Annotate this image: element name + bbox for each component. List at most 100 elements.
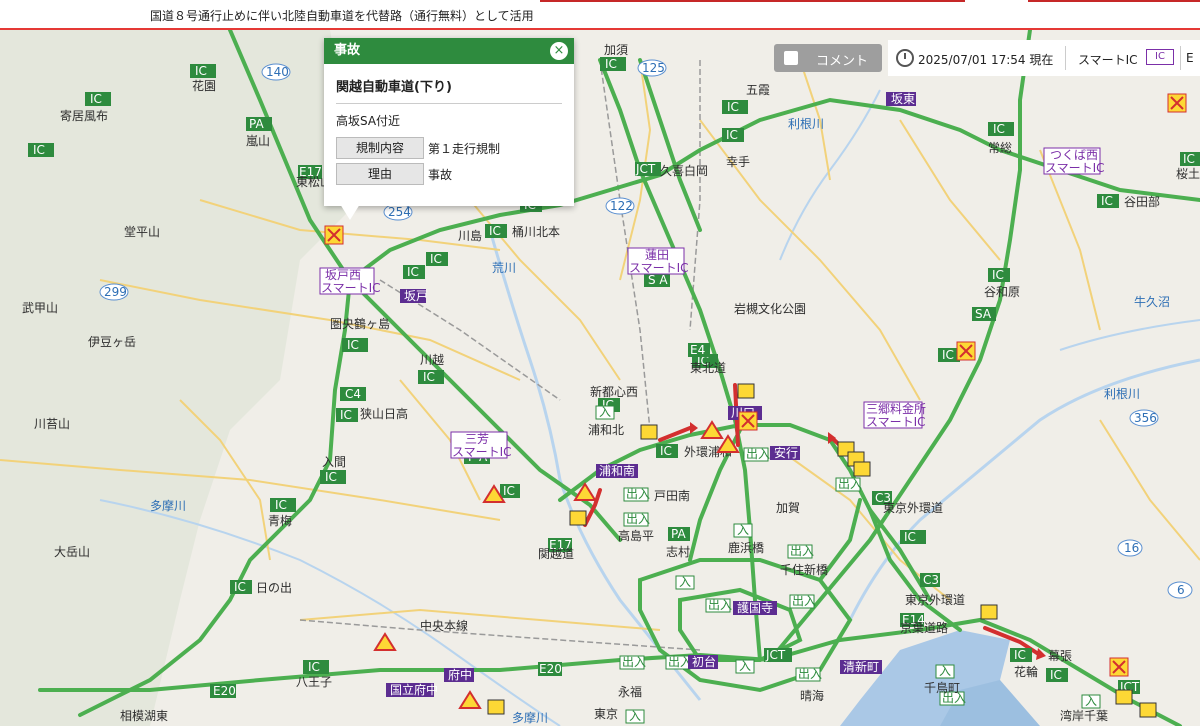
svg-text:入: 入 <box>739 659 751 673</box>
svg-text:出入: 出入 <box>790 544 814 558</box>
popup-row-key: 理由 <box>336 163 424 185</box>
svg-text:IC: IC <box>340 408 352 422</box>
svg-text:千鳥町: 千鳥町 <box>924 680 960 695</box>
svg-text:東京外環道: 東京外環道 <box>905 593 965 607</box>
svg-text:利根川: 利根川 <box>788 117 824 131</box>
smart-ic-legend-label: スマートIC <box>1078 53 1138 67</box>
svg-text:桜土: 桜土 <box>1176 167 1200 181</box>
svg-text:IC: IC <box>727 100 739 114</box>
svg-text:入: 入 <box>1085 694 1097 708</box>
svg-text:スマートIC: スマートIC <box>629 261 689 275</box>
popup-row-value: 事故 <box>428 167 453 182</box>
svg-text:IC: IC <box>904 530 916 544</box>
svg-text:スマートIC: スマートIC <box>866 415 926 429</box>
svg-text:京葉道路: 京葉道路 <box>900 620 948 635</box>
svg-text:IC: IC <box>660 444 672 458</box>
checkbox-icon[interactable] <box>784 51 798 65</box>
svg-text:JCT: JCT <box>765 648 786 662</box>
svg-text:C3: C3 <box>923 573 939 587</box>
svg-text:122: 122 <box>610 199 633 213</box>
svg-text:志村: 志村 <box>666 545 690 559</box>
svg-text:スマートIC: スマートIC <box>1045 161 1105 175</box>
svg-text:国立府中: 国立府中 <box>390 682 438 697</box>
svg-text:東京: 東京 <box>594 707 618 721</box>
svg-text:PA: PA <box>671 527 686 541</box>
popup-pointer <box>340 204 360 220</box>
svg-text:護国寺: 護国寺 <box>737 600 773 615</box>
svg-text:16: 16 <box>1124 541 1139 555</box>
svg-text:IC: IC <box>1101 194 1113 208</box>
incident-popup[interactable]: 事故 × 関越自動車道(下り) 高坂SA付近 規制内容 第１走行規制 理由 事故 <box>324 38 574 220</box>
svg-text:青梅: 青梅 <box>268 513 292 528</box>
svg-text:出入: 出入 <box>626 487 650 501</box>
svg-text:PA: PA <box>249 117 264 131</box>
popup-row-key: 規制内容 <box>336 137 424 159</box>
divider <box>1065 46 1066 70</box>
comment-toggle-button[interactable]: コメント <box>774 44 882 72</box>
svg-text:大岳山: 大岳山 <box>54 545 90 559</box>
timestamp: 2025/07/01 17:54 現在 <box>918 53 1054 67</box>
svg-text:IC: IC <box>308 660 320 674</box>
svg-text:鹿浜橋: 鹿浜橋 <box>728 540 764 555</box>
svg-text:スマートIC: スマートIC <box>452 445 512 459</box>
svg-text:6: 6 <box>1177 583 1185 597</box>
popup-row: 理由 事故 <box>336 163 562 185</box>
svg-text:E4: E4 <box>690 343 705 357</box>
svg-text:入: 入 <box>737 523 749 537</box>
svg-text:晴海: 晴海 <box>800 688 824 703</box>
svg-text:伊豆ヶ岳: 伊豆ヶ岳 <box>88 335 136 349</box>
svg-text:IC: IC <box>942 348 954 362</box>
svg-text:出入: 出入 <box>792 594 816 608</box>
svg-text:IC: IC <box>430 252 442 266</box>
svg-text:谷和原: 谷和原 <box>984 285 1020 299</box>
svg-text:千住新橋: 千住新橋 <box>780 562 828 577</box>
svg-text:東京外環道: 東京外環道 <box>883 501 943 515</box>
svg-text:IC: IC <box>489 224 501 238</box>
svg-text:幕張: 幕張 <box>1048 649 1072 663</box>
legend-cutoff-label: E <box>1186 51 1194 65</box>
svg-text:常総: 常総 <box>988 141 1012 155</box>
traffic-map[interactable]: IC IC IC PA IC IC C4 IC IC IC IC IC IC I… <box>0 30 1200 726</box>
svg-text:IC: IC <box>195 64 207 78</box>
svg-text:IC: IC <box>234 580 246 594</box>
svg-text:利根川: 利根川 <box>1104 387 1140 401</box>
svg-text:関越道: 関越道 <box>538 547 574 561</box>
clock-icon <box>896 49 914 67</box>
svg-text:岩槻文化公園: 岩槻文化公園 <box>734 301 806 316</box>
svg-text:日の出: 日の出 <box>256 581 292 595</box>
svg-text:IC: IC <box>325 470 337 484</box>
svg-text:坂東: 坂東 <box>891 92 915 106</box>
svg-text:出入: 出入 <box>838 477 862 491</box>
svg-text:入: 入 <box>939 664 951 678</box>
svg-text:JCT: JCT <box>635 162 656 176</box>
svg-text:356: 356 <box>1134 411 1157 425</box>
svg-text:SA: SA <box>975 307 992 321</box>
svg-text:加賀: 加賀 <box>776 501 800 515</box>
svg-text:IC: IC <box>407 265 419 279</box>
svg-text:S A: S A <box>648 273 668 287</box>
svg-text:IC: IC <box>726 128 738 142</box>
svg-text:清新町: 清新町 <box>843 659 879 674</box>
svg-text:IC: IC <box>993 122 1005 136</box>
svg-text:IC: IC <box>347 338 359 352</box>
popup-road-name: 関越自動車道(下り) <box>336 76 562 104</box>
svg-text:多摩川: 多摩川 <box>512 710 548 725</box>
svg-text:スマートIC: スマートIC <box>321 281 381 295</box>
svg-text:荒川: 荒川 <box>492 261 516 275</box>
svg-text:谷田部: 谷田部 <box>1124 194 1160 209</box>
svg-text:高島平: 高島平 <box>618 528 654 543</box>
close-icon[interactable]: × <box>550 42 568 60</box>
header-accent-line <box>1028 0 1200 2</box>
svg-text:久喜白岡: 久喜白岡 <box>660 163 708 178</box>
svg-text:140: 140 <box>266 65 289 79</box>
svg-text:永福: 永福 <box>618 684 642 699</box>
svg-text:出入: 出入 <box>708 598 732 612</box>
svg-text:浦和南: 浦和南 <box>599 463 635 478</box>
svg-text:E20: E20 <box>213 684 236 698</box>
news-ticker[interactable]: 国道８号通行止めに伴い北陸自動車道を代替路（通行無料）として活用 <box>150 7 534 24</box>
svg-text:初台: 初台 <box>692 654 716 669</box>
svg-text:安行: 安行 <box>774 445 798 460</box>
svg-text:新都心西: 新都心西 <box>590 384 638 399</box>
svg-text:中央本線: 中央本線 <box>420 618 468 633</box>
smart-ic-legend-badge: IC <box>1146 49 1174 65</box>
